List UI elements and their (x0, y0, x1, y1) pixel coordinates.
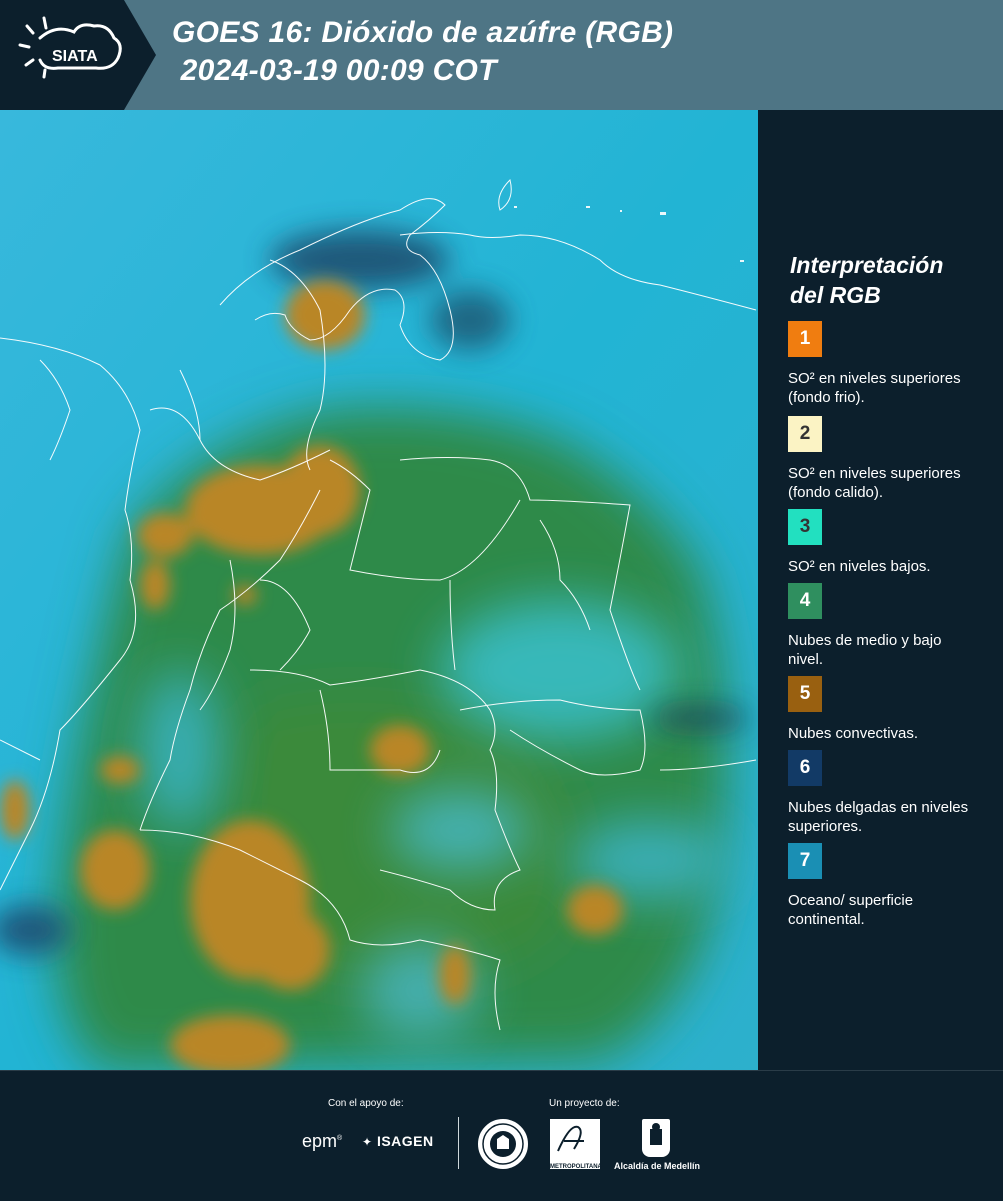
legend-swatch-2: 2 (788, 416, 822, 452)
legend-item-2: 2 SO² en niveles superiores (fondo calid… (788, 416, 978, 502)
legend-item-1: 1 SO² en niveles superiores (fondo frio)… (788, 321, 978, 407)
siata-logo: SIATA (0, 0, 158, 110)
project-label: Un proyecto de: (549, 1098, 620, 1109)
legend-text-6: Nubes delgadas en niveles superiores. (788, 799, 969, 835)
medellin-seal-logo (478, 1119, 528, 1169)
epm-logo: epm® (302, 1131, 343, 1151)
seal-icon (482, 1123, 524, 1165)
epm-logo-text: epm (302, 1131, 338, 1151)
legend-swatch-4: 4 (788, 583, 822, 619)
alcaldia-shield-icon (642, 1119, 670, 1157)
legend-item-5: 5 Nubes convectivas. (788, 676, 978, 743)
legend-swatch-7: 7 (788, 843, 822, 879)
legend-item-7: 7 Oceano/ superficie continental. (788, 843, 978, 929)
area-icon (557, 1125, 584, 1152)
legend-swatch-6: 6 (788, 750, 822, 786)
footer-divider (458, 1117, 459, 1169)
legend-title: Interpretación del RGB (790, 250, 943, 310)
legend-item-4: 4 Nubes de medio y bajo nivel. (788, 583, 978, 669)
legend-swatch-5: 5 (788, 676, 822, 712)
page-title: GOES 16: Dióxido de azúfre (RGB) 2024-03… (172, 14, 673, 90)
legend-title-line-1: Interpretación (790, 252, 944, 278)
legend-text-2: SO² en niveles superiores (fondo calido)… (788, 465, 961, 501)
alcaldia-logo-text: Alcaldía de Medellín (614, 1161, 701, 1171)
title-line-1: GOES 16: Dióxido de azúfre (RGB) (172, 16, 674, 49)
isagen-logo: ✦ ISAGEN (362, 1133, 434, 1149)
area-metropolitana-logo: METROPOLITANA (550, 1119, 602, 1170)
legend-text-5: Nubes convectivas. (788, 725, 919, 742)
legend-item-6: 6 Nubes delgadas en niveles superiores. (788, 750, 978, 836)
area-caption: METROPOLITANA (550, 1164, 602, 1170)
legend-title-line-2: del RGB (790, 282, 881, 308)
legend-swatch-1: 1 (788, 321, 822, 357)
legend-text-1: SO² en niveles superiores (fondo frio). (788, 370, 961, 406)
legend-text-3: SO² en niveles bajos. (788, 558, 931, 575)
legend-text-4: Nubes de medio y bajo nivel. (788, 632, 942, 668)
isagen-icon: ✦ (362, 1135, 373, 1149)
satellite-map (0, 110, 758, 1070)
siata-logo-text: SIATA (52, 48, 98, 65)
legend-text-7: Oceano/ superficie continental. (788, 892, 914, 928)
title-line-2: 2024-03-19 00:09 COT (172, 54, 497, 87)
support-label: Con el apoyo de: (328, 1098, 404, 1109)
isagen-logo-text: ISAGEN (376, 1133, 434, 1149)
footer: Con el apoyo de: Un proyecto de: epm® ✦ … (0, 1070, 1003, 1201)
legend-swatch-3: 3 (788, 509, 822, 545)
header: SIATA GOES 16: Dióxido de azúfre (RGB) 2… (0, 0, 1003, 110)
legend-item-3: 3 SO² en niveles bajos. (788, 509, 978, 576)
